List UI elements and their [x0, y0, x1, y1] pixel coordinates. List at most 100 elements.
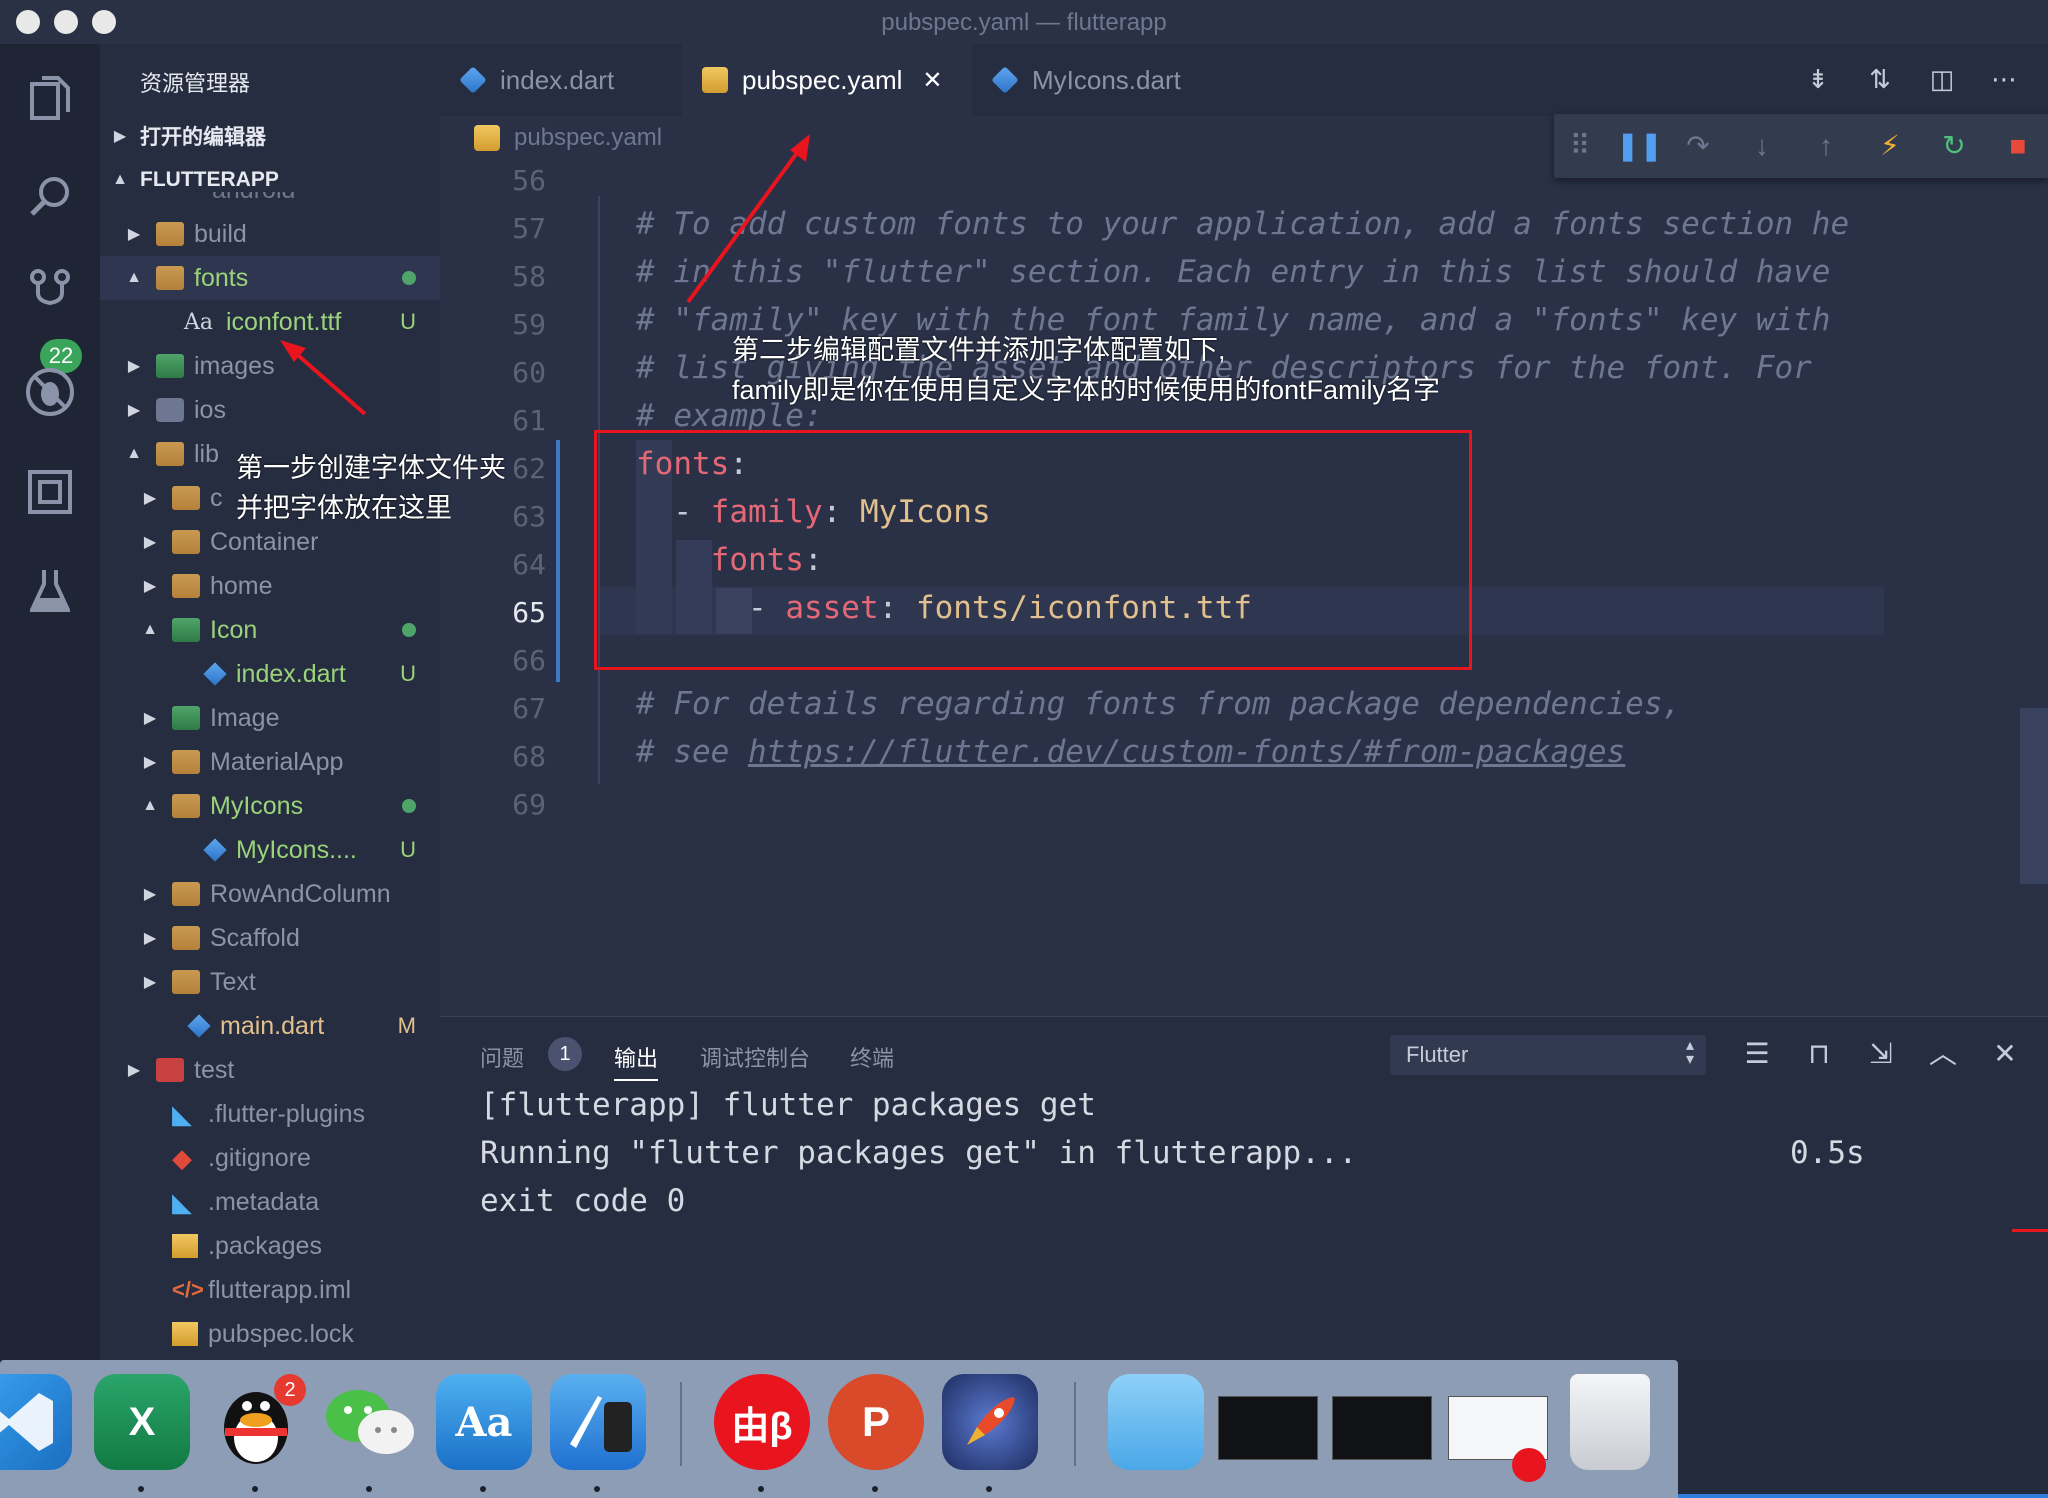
wechat-app-icon[interactable] — [322, 1374, 418, 1470]
step2-note-line1: 第二步编辑配置文件并添加字体配置如下, — [732, 335, 1226, 365]
code-comment: # For details regarding fonts from packa… — [636, 686, 1682, 722]
pause-icon[interactable]: ❚❚ — [1616, 128, 1663, 164]
chevron-right-icon: ▶ — [143, 974, 157, 991]
tree-item-label: .gitignore — [208, 1143, 311, 1172]
tree-item-container[interactable]: ▶ Container — [100, 520, 440, 564]
modified-dot-icon — [402, 271, 416, 285]
tree-item-home[interactable]: ▶ home — [100, 564, 440, 608]
clear-output-icon[interactable]: ☰ — [1740, 1037, 1774, 1071]
vscode-app-icon[interactable] — [0, 1374, 72, 1470]
folder-open-icon — [156, 266, 184, 290]
breadcrumb-file[interactable]: pubspec.yaml — [514, 124, 662, 152]
output-channel-select[interactable]: Flutter ▴ ▾ — [1390, 1035, 1706, 1075]
tree-item-index-dart[interactable]: index.dart U — [100, 652, 440, 696]
folder-app-icon[interactable] — [1108, 1374, 1204, 1470]
extensions-icon[interactable] — [22, 464, 78, 520]
git-status: U — [400, 837, 416, 862]
dart-file-icon — [459, 66, 487, 94]
code-line-fonts-list: fonts: — [710, 542, 823, 578]
maximize-panel-icon[interactable]: ︿ — [1926, 1037, 1960, 1071]
compare-icon[interactable]: ⇅ — [1864, 64, 1896, 96]
tree-item-icon-folder[interactable]: ▲ Icon — [100, 608, 440, 652]
image-folder-icon — [172, 618, 200, 642]
powerpoint-app-icon[interactable]: P — [828, 1374, 924, 1470]
tree-item-main-dart[interactable]: main.dart M — [100, 1004, 440, 1048]
trash-icon[interactable] — [1570, 1374, 1650, 1470]
split-editor-icon[interactable]: ◫ — [1926, 64, 1958, 96]
tab-index-dart[interactable]: index.dart — [440, 44, 682, 116]
activity-bar: 22 — [0, 44, 100, 1360]
tab-problems[interactable]: 问题 — [480, 1041, 524, 1073]
git-status: U — [400, 309, 416, 334]
explorer-sidebar: 资源管理器 ▶ 打开的编辑器 ▲ FLUTTERAPP android ▶ build… — [100, 44, 440, 1360]
dock-separator — [1074, 1382, 1076, 1466]
tab-terminal[interactable]: 终端 — [850, 1041, 894, 1073]
folder-icon — [172, 486, 200, 510]
folder-icon — [172, 574, 200, 598]
tree-item-packages[interactable]: .packages — [100, 1224, 440, 1268]
more-actions-icon[interactable]: ⋯ — [1988, 64, 2020, 96]
step-into-icon[interactable]: ↓ — [1744, 128, 1780, 164]
tree-item-myicons[interactable]: ▲ MyIcons — [100, 784, 440, 828]
stop-icon[interactable]: ■ — [2000, 128, 2036, 164]
chevron-right-icon: ▶ — [143, 710, 157, 727]
step-over-icon[interactable]: ↷ — [1680, 128, 1716, 164]
debug-icon[interactable] — [22, 364, 78, 420]
tree-item-materialapp[interactable]: ▶ MaterialApp — [100, 740, 440, 784]
test-flask-icon[interactable] — [22, 562, 78, 618]
tree-item-pubspec-lock[interactable]: pubspec.lock — [100, 1312, 440, 1356]
search-icon[interactable] — [22, 168, 78, 224]
step1-note-line1: 第一步创建字体文件夹 — [236, 453, 506, 483]
tree-item-text[interactable]: ▶ Text — [100, 960, 440, 1004]
tree-item-iconfont[interactable]: Aa iconfont.ttf U — [100, 300, 440, 344]
explorer-icon[interactable] — [22, 70, 78, 126]
vertical-scrollbar[interactable] — [2020, 708, 2048, 884]
problems-count-badge: 1 — [548, 1037, 582, 1071]
tree-item-gitignore[interactable]: ◆ .gitignore — [100, 1136, 440, 1180]
tree-item-metadata[interactable]: ◣ .metadata — [100, 1180, 440, 1224]
tree-item-images[interactable]: ▶ images — [100, 344, 440, 388]
tree-item-myicons-dart[interactable]: MyIcons.... U — [100, 828, 440, 872]
tab-pubspec-yaml[interactable]: pubspec.yaml ✕ — [682, 44, 972, 116]
rocket-app-icon[interactable] — [942, 1374, 1038, 1470]
tree-item-ios[interactable]: ▶ ios — [100, 388, 440, 432]
tree-item-scaffold[interactable]: ▶ Scaffold — [100, 916, 440, 960]
docs-link[interactable]: https://flutter.dev/custom-fonts/#from-p… — [748, 734, 1625, 770]
tree-item-android[interactable]: android — [100, 192, 440, 210]
code-editor[interactable]: 56 57 58 59 60 61 62 63 64 65 66 67 68 6… — [440, 160, 2048, 1016]
tab-myicons-dart[interactable]: MyIcons.dart — [972, 44, 1222, 116]
tree-item-iml[interactable]: </> flutterapp.iml — [100, 1268, 440, 1312]
window-thumbnail-terminal[interactable] — [1332, 1396, 1432, 1460]
scroll-marker — [2012, 1229, 2048, 1232]
xcode-app-icon[interactable] — [550, 1374, 646, 1470]
line-number: 69 — [512, 788, 546, 821]
chevron-right-icon: ▶ — [143, 930, 157, 947]
lock-scroll-icon[interactable]: ⊓ — [1802, 1037, 1836, 1071]
line-number: 68 — [512, 740, 546, 773]
close-panel-icon[interactable]: ✕ — [1988, 1037, 2022, 1071]
excel-app-icon[interactable]: X — [94, 1374, 190, 1470]
window-thumbnail-terminal[interactable] — [1218, 1396, 1318, 1460]
step-out-icon[interactable]: ↑ — [1808, 128, 1844, 164]
hot-reload-icon[interactable]: ⚡ — [1872, 128, 1908, 164]
open-in-editor-icon[interactable]: ⇲ — [1864, 1037, 1898, 1071]
restart-icon[interactable]: ↻ — [1936, 128, 1972, 164]
youdao-app-icon[interactable]: 由β — [714, 1374, 810, 1470]
tree-item-image[interactable]: ▶ Image — [100, 696, 440, 740]
drag-handle-icon[interactable]: ⠿ — [1562, 128, 1598, 164]
tab-output[interactable]: 输出 — [614, 1041, 659, 1081]
close-icon[interactable]: ✕ — [922, 66, 942, 95]
source-control-icon[interactable] — [22, 266, 78, 322]
tree-item-fonts[interactable]: ▲ fonts — [100, 256, 440, 300]
tab-debug-console[interactable]: 调试控制台 — [700, 1041, 810, 1073]
chevron-down-icon: ▲ — [126, 269, 142, 286]
tree-item-flutter-plugins[interactable]: ◣ .flutter-plugins — [100, 1092, 440, 1136]
tree-item-build[interactable]: ▶ build — [100, 212, 440, 256]
tree-item-test[interactable]: ▶ test — [100, 1048, 440, 1092]
dictionary-app-icon[interactable]: Aa — [436, 1374, 532, 1470]
chevron-right-icon: ▶ — [143, 578, 157, 595]
open-changes-icon[interactable]: ⇟ — [1802, 64, 1834, 96]
tree-item-rowandcolumn[interactable]: ▶ RowAndColumn — [100, 872, 440, 916]
open-editors-section[interactable]: ▶ 打开的编辑器 — [100, 114, 440, 158]
dock-separator — [680, 1382, 682, 1466]
